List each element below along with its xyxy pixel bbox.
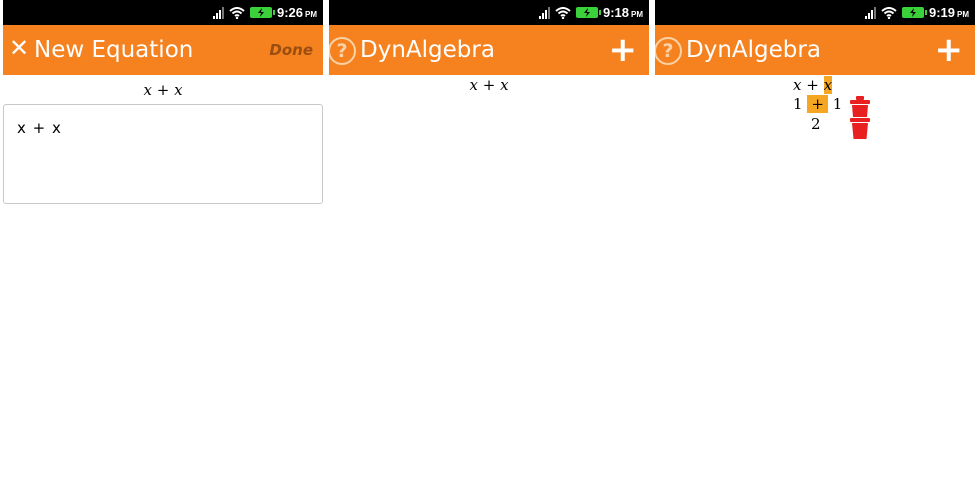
app-bar: ? DynAlgebra + [329, 25, 649, 75]
trash-icon[interactable] [849, 96, 871, 144]
term[interactable]: 1 [793, 95, 803, 113]
status-bar: 9:19 PM [655, 0, 975, 25]
equation-input-value: x + x [17, 119, 62, 137]
wifi-icon [881, 6, 897, 19]
battery-charging-icon [575, 7, 601, 18]
screen-dynalgebra: 9:18 PM ? DynAlgebra + x + x [329, 0, 649, 482]
equation-row[interactable]: x + x [793, 76, 833, 94]
battery-charging-icon [901, 7, 927, 18]
selected-term[interactable]: x [823, 76, 833, 94]
selected-operator[interactable]: + [807, 95, 828, 113]
equation-row[interactable]: 1 + 1 [793, 95, 842, 113]
term[interactable]: 1 [833, 95, 843, 113]
signal-icon [212, 6, 224, 19]
status-bar: 9:26 PM [3, 0, 323, 25]
page-title: New Equation [34, 37, 194, 63]
wifi-icon [229, 6, 245, 19]
term[interactable]: 2 [811, 115, 821, 133]
screen-dynalgebra-tree: 9:19 PM ? DynAlgebra + x + x 1 + 1 2 [655, 0, 975, 482]
app-title: DynAlgebra [360, 37, 495, 63]
equation-input[interactable]: x + x [3, 104, 323, 204]
battery-charging-icon [249, 7, 275, 18]
help-icon[interactable]: ? [329, 37, 356, 65]
clock: 9:18 PM [602, 5, 643, 20]
wifi-icon [555, 6, 571, 19]
equation-row[interactable]: 2 [811, 115, 821, 133]
app-bar: ? DynAlgebra + [655, 25, 975, 75]
close-icon[interactable]: ✕ [9, 34, 29, 62]
done-button[interactable]: Done [269, 41, 313, 59]
add-equation-button[interactable]: + [609, 33, 638, 67]
app-title: DynAlgebra [686, 37, 821, 63]
app-bar: ✕ New Equation Done [3, 25, 323, 75]
status-bar: 9:18 PM [329, 0, 649, 25]
help-icon[interactable]: ? [655, 37, 682, 65]
term[interactable]: x [793, 76, 801, 94]
clock: 9:26 PM [276, 5, 317, 20]
signal-icon [864, 6, 876, 19]
equation-preview: x + x [143, 81, 183, 99]
operator[interactable]: + [806, 76, 819, 94]
add-equation-button[interactable]: + [935, 33, 964, 67]
screen-new-equation: 9:26 PM ✕ New Equation Done x + x x + x [3, 0, 323, 482]
signal-icon [538, 6, 550, 19]
clock: 9:19 PM [928, 5, 969, 20]
equation[interactable]: x + x [329, 76, 649, 94]
